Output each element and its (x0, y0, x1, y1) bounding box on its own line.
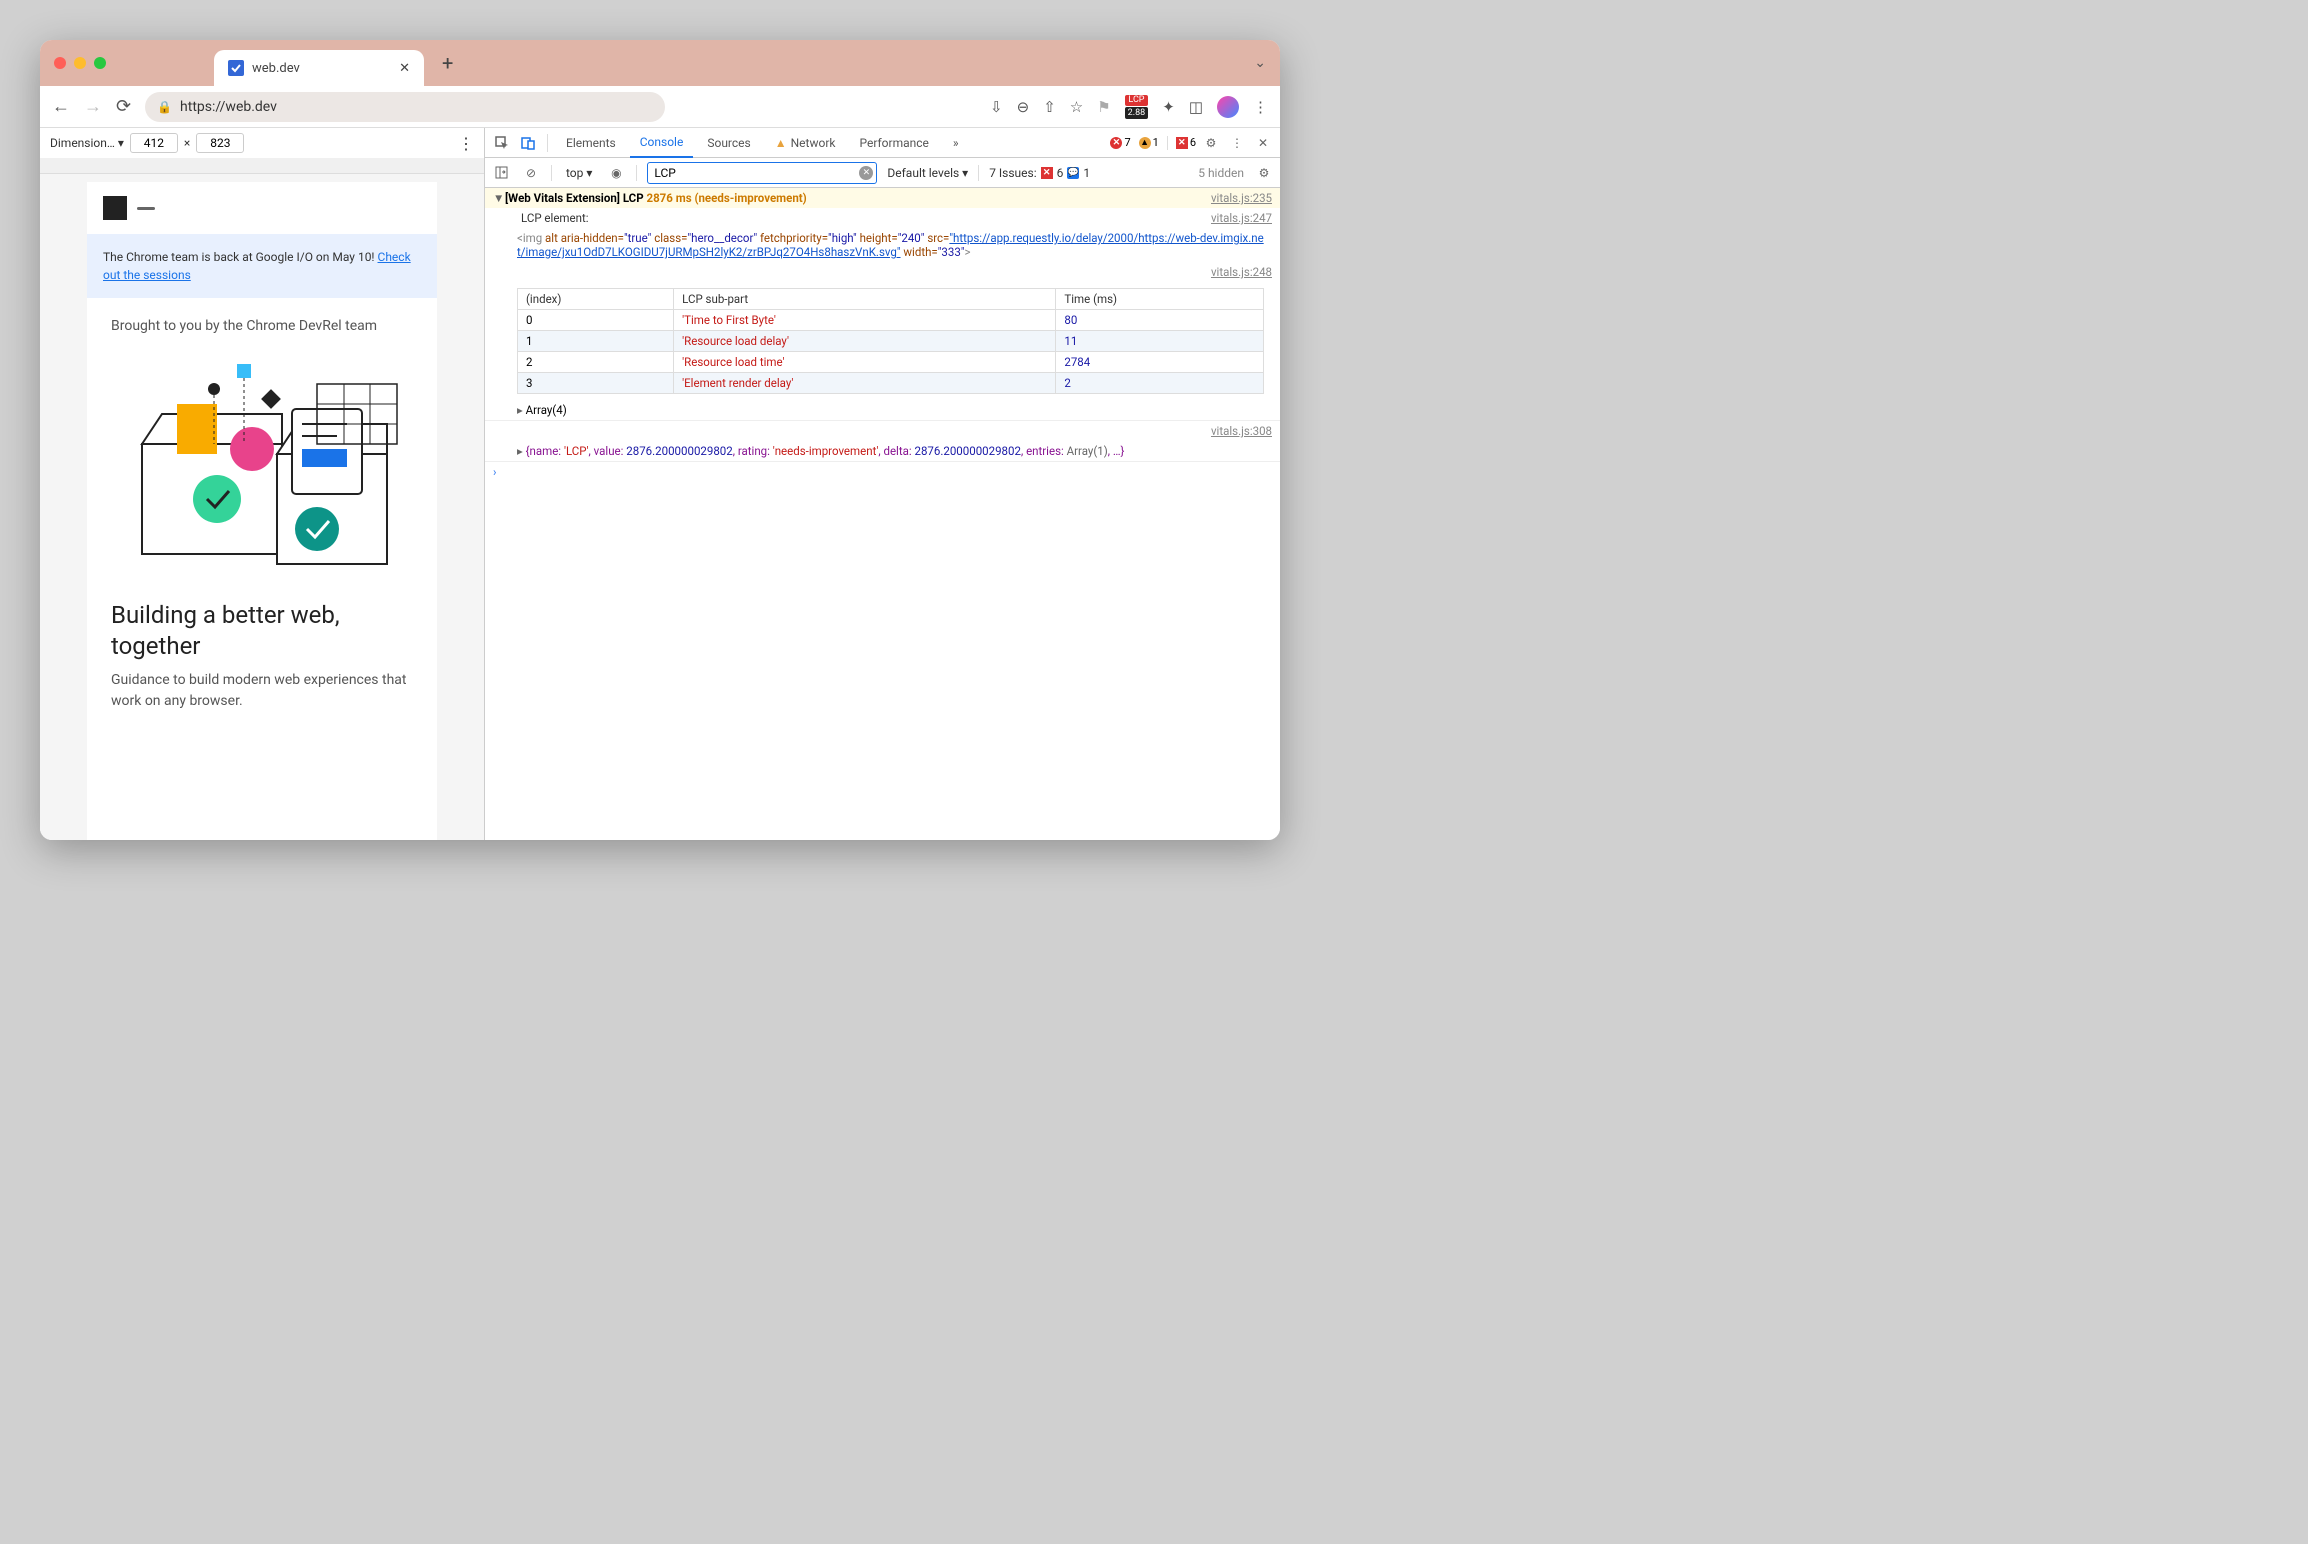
console-prompt[interactable]: › (485, 462, 1280, 482)
extensions-icon[interactable]: ✦ (1162, 98, 1175, 116)
filter-search-wrap: ✕ (647, 162, 877, 184)
table-header[interactable]: Time (ms) (1056, 289, 1264, 310)
log-subrow: LCP element: vitals.js:247 (485, 208, 1280, 228)
log-object[interactable]: ▸ {name: 'LCP', value: 2876.200000029802… (485, 441, 1280, 461)
filter-input[interactable] (647, 162, 877, 184)
device-viewport-panel: Dimension… ▾ × ⋮ The Chrome team is back… (40, 128, 485, 840)
tab-console[interactable]: Console (630, 128, 694, 158)
context-select[interactable]: top ▾ (562, 166, 596, 180)
dimension-select[interactable]: Dimension… ▾ (50, 136, 124, 150)
sidepanel-icon[interactable]: ◫ (1189, 98, 1203, 116)
tab-performance[interactable]: Performance (849, 128, 938, 158)
devtools-menu-icon[interactable]: ⋮ (1226, 132, 1248, 154)
minimize-window-button[interactable] (74, 57, 86, 69)
device-toolbar: Dimension… ▾ × ⋮ (40, 128, 484, 158)
source-link[interactable]: vitals.js:247 (1211, 211, 1272, 225)
main-split: Dimension… ▾ × ⋮ The Chrome team is back… (40, 128, 1280, 840)
hero-illustration (87, 344, 437, 584)
page-subtext: Guidance to build modern web experiences… (87, 670, 437, 732)
page-heading: Building a better web, together (87, 584, 437, 670)
width-input[interactable] (130, 133, 178, 153)
error-badges[interactable]: ✕7 ▲1 ✕6 (1110, 136, 1196, 150)
back-button[interactable]: ← (52, 96, 70, 117)
bookmark-icon[interactable]: ☆ (1070, 98, 1083, 116)
maximize-window-button[interactable] (94, 57, 106, 69)
page-header (87, 182, 437, 234)
device-more-icon[interactable]: ⋮ (458, 134, 474, 153)
ruler (40, 158, 484, 174)
device-frame: The Chrome team is back at Google I/O on… (40, 174, 484, 840)
browser-window: web.dev ✕ + ⌄ ← → ⟳ 🔒 https://web.dev ⇩ … (40, 40, 1280, 840)
profile-avatar[interactable] (1217, 96, 1239, 118)
table-row: 3'Element render delay'2 (518, 373, 1264, 394)
browser-tab[interactable]: web.dev ✕ (214, 50, 424, 86)
url-field[interactable]: 🔒 https://web.dev (145, 92, 665, 122)
tab-elements[interactable]: Elements (556, 128, 626, 158)
brought-by-text: Brought to you by the Chrome DevRel team (87, 298, 437, 344)
clear-filter-icon[interactable]: ✕ (859, 166, 873, 180)
table-row: 0'Time to First Byte'80 (518, 310, 1264, 331)
more-tabs-icon[interactable]: » (943, 128, 969, 158)
announcement-banner: The Chrome team is back at Google I/O on… (87, 234, 437, 298)
lcp-extension-badge[interactable]: LCP 2.88 (1125, 95, 1149, 119)
close-window-button[interactable] (54, 57, 66, 69)
site-logo-icon[interactable] (103, 196, 127, 220)
lock-icon: 🔒 (157, 100, 172, 114)
reload-button[interactable]: ⟳ (116, 96, 131, 117)
tabs-dropdown-icon[interactable]: ⌄ (1254, 55, 1266, 71)
traffic-lights (54, 57, 106, 69)
console-body: ▼ [Web Vitals Extension] LCP 2876 ms (ne… (485, 188, 1280, 840)
console-settings-icon[interactable]: ⚙ (1254, 163, 1274, 183)
source-link[interactable]: vitals.js:308 (1211, 424, 1272, 438)
issues-summary[interactable]: 7 Issues: ✕6 💬1 (989, 166, 1090, 180)
zoom-icon[interactable]: ⊖ (1017, 98, 1030, 116)
inspect-icon[interactable] (491, 132, 513, 154)
clear-console-icon[interactable]: ⊘ (521, 163, 541, 183)
log-row: vitals.js:308 ▸ {name: 'LCP', value: 287… (485, 421, 1280, 462)
disclosure-icon[interactable]: ▼ (493, 191, 505, 205)
live-expression-icon[interactable]: ◉ (606, 163, 626, 183)
favicon-icon (228, 60, 244, 76)
tab-sources[interactable]: Sources (697, 128, 760, 158)
lcp-breakdown-table: (index) LCP sub-part Time (ms) 0'Time to… (517, 288, 1264, 394)
devtools-tabs: Elements Console Sources ▲ Network Perfo… (485, 128, 1280, 158)
device-toggle-icon[interactable] (517, 132, 539, 154)
source-link[interactable]: vitals.js:235 (1211, 191, 1272, 205)
table-header[interactable]: LCP sub-part (674, 289, 1056, 310)
settings-icon[interactable]: ⚙ (1200, 132, 1222, 154)
toolbar-right: ⇩ ⊖ ⇧ ☆ ⚑ LCP 2.88 ✦ ◫ ⋮ (990, 95, 1268, 119)
share-icon[interactable]: ⇧ (1043, 98, 1056, 116)
titlebar: web.dev ✕ + ⌄ (40, 40, 1280, 86)
log-element-detail[interactable]: <img alt aria-hidden="true" class="hero_… (485, 228, 1280, 262)
log-row: ▼ [Web Vitals Extension] LCP 2876 ms (ne… (485, 188, 1280, 421)
log-header[interactable]: ▼ [Web Vitals Extension] LCP 2876 ms (ne… (485, 188, 1280, 208)
devtools-close-icon[interactable]: ✕ (1252, 132, 1274, 154)
log-table-header: vitals.js:248 (485, 262, 1280, 282)
devtools-panel: Elements Console Sources ▲ Network Perfo… (485, 128, 1280, 840)
dimension-separator: × (184, 136, 190, 150)
table-row: 1'Resource load delay'11 (518, 331, 1264, 352)
page-content: The Chrome team is back at Google I/O on… (87, 182, 437, 840)
console-filter-bar: ⊘ top ▾ ◉ ✕ Default levels ▾ 7 Issues: ✕… (485, 158, 1280, 188)
source-link[interactable]: vitals.js:248 (1211, 265, 1272, 279)
table-header[interactable]: (index) (518, 289, 674, 310)
install-icon[interactable]: ⇩ (990, 98, 1003, 116)
forward-button[interactable]: → (84, 96, 102, 117)
tab-title: web.dev (252, 61, 300, 76)
flag-icon[interactable]: ⚑ (1097, 98, 1110, 116)
url-text: https://web.dev (180, 99, 277, 115)
hidden-count: 5 hidden (1198, 166, 1244, 180)
log-header: vitals.js:308 (485, 421, 1280, 441)
hamburger-icon[interactable] (137, 207, 155, 210)
log-levels-select[interactable]: Default levels ▾ (887, 166, 968, 180)
address-bar: ← → ⟳ 🔒 https://web.dev ⇩ ⊖ ⇧ ☆ ⚑ LCP 2.… (40, 86, 1280, 128)
tab-network[interactable]: ▲ Network (765, 128, 846, 158)
console-sidebar-icon[interactable] (491, 163, 511, 183)
table-row: 2'Resource load time'2784 (518, 352, 1264, 373)
new-tab-button[interactable]: + (442, 51, 453, 75)
menu-icon[interactable]: ⋮ (1253, 98, 1268, 116)
array-collapsed[interactable]: ▸ Array(4) (485, 400, 1280, 420)
tab-close-button[interactable]: ✕ (399, 61, 410, 76)
height-input[interactable] (196, 133, 244, 153)
